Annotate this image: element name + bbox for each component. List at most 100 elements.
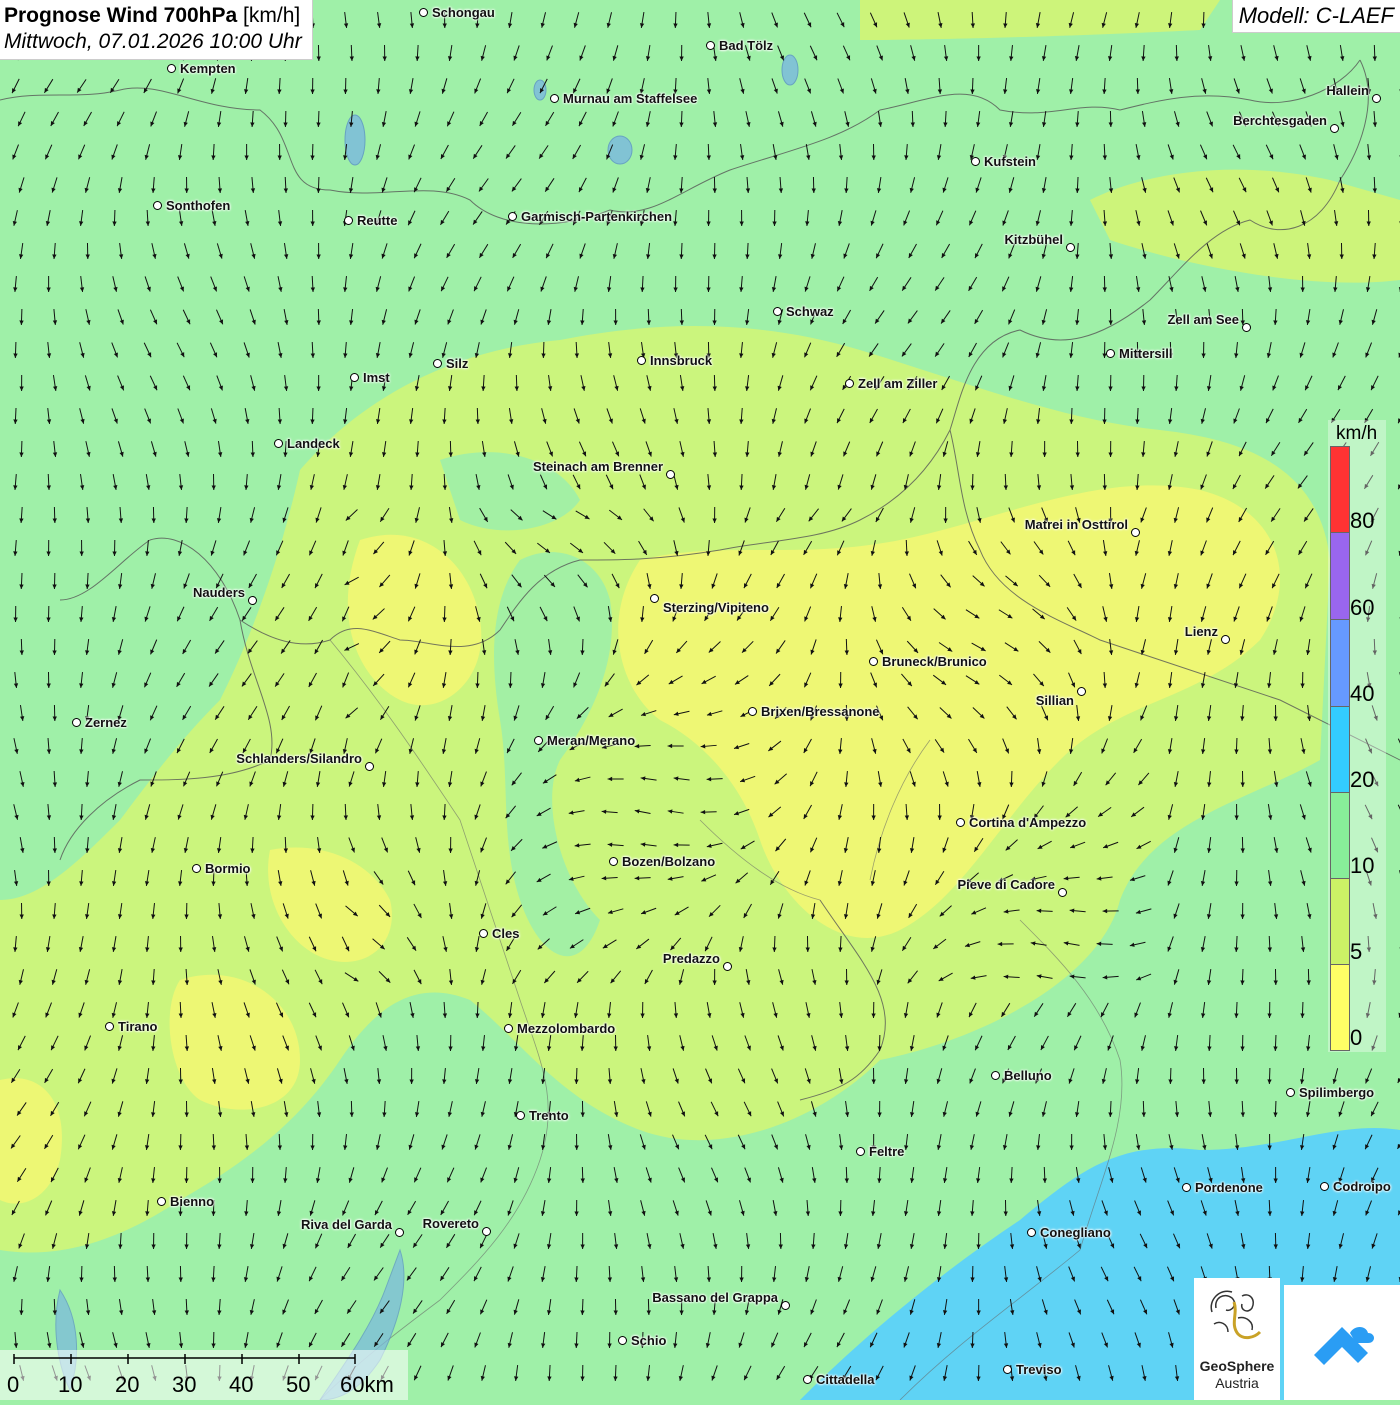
city-marker-icon: [1077, 687, 1086, 696]
city-marker-icon: [706, 41, 715, 50]
city-marker-icon: [1286, 1088, 1295, 1097]
city-name: Zernez: [85, 715, 127, 730]
city-marker-icon: [773, 307, 782, 316]
city-name: Silz: [446, 356, 468, 371]
city-name: Murnau am Staffelsee: [563, 91, 697, 106]
city-name: Codroipo: [1333, 1179, 1391, 1194]
city-marker-icon: [433, 359, 442, 368]
legend-label: 60: [1350, 595, 1374, 621]
scale-label: 50: [286, 1372, 310, 1398]
city-marker-icon: [1106, 349, 1115, 358]
title-main: Prognose Wind 700hPa: [4, 4, 237, 27]
city-marker-icon: [157, 1197, 166, 1206]
city-name: Rovereto: [423, 1216, 479, 1231]
city-name: Cles: [492, 926, 519, 941]
city-name: Schongau: [432, 5, 495, 20]
geosphere-logo[interactable]: GeoSphere Austria: [1194, 1278, 1280, 1400]
city-name: Nauders: [193, 585, 245, 600]
weather-app-logo[interactable]: [1284, 1285, 1400, 1400]
legend-label: 40: [1350, 681, 1374, 707]
city-name: Mezzolombardo: [517, 1021, 615, 1036]
city-marker-icon: [274, 439, 283, 448]
legend-color-80: [1330, 446, 1350, 533]
city-name: Bruneck/Brunico: [882, 654, 987, 669]
city-marker-icon: [167, 64, 176, 73]
city-name: Innsbruck: [650, 353, 712, 368]
city-name: Zell am See: [1167, 312, 1239, 327]
logo-text-line1: GeoSphere: [1194, 1358, 1280, 1374]
legend-label: 20: [1350, 767, 1374, 793]
city-marker-icon: [637, 356, 646, 365]
city-marker-icon: [192, 864, 201, 873]
city-marker-icon: [856, 1147, 865, 1156]
city-name: Zell am Ziller: [858, 376, 937, 391]
city-marker-icon: [516, 1111, 525, 1120]
city-name: Hallein: [1326, 83, 1369, 98]
city-marker-icon: [72, 718, 81, 727]
city-name: Schio: [631, 1333, 666, 1348]
city-marker-icon: [153, 201, 162, 210]
city-name: Riva del Garda: [301, 1217, 392, 1232]
city-name: Schwaz: [786, 304, 834, 319]
map-title-box: Prognose Wind 700hPa [km/h] Mittwoch, 07…: [0, 0, 313, 60]
legend-label: 10: [1350, 853, 1374, 879]
legend-label: 80: [1350, 508, 1374, 534]
city-marker-icon: [504, 1024, 513, 1033]
scale-label: 30: [172, 1372, 196, 1398]
scale-label: 0: [7, 1372, 19, 1398]
city-marker-icon: [869, 657, 878, 666]
city-name: Bienno: [170, 1194, 214, 1209]
legend-label: 0: [1350, 1025, 1362, 1051]
city-name: Feltre: [869, 1144, 904, 1159]
city-marker-icon: [609, 857, 618, 866]
city-marker-icon: [344, 216, 353, 225]
city-marker-icon: [550, 94, 559, 103]
city-name: Bormio: [205, 861, 251, 876]
city-marker-icon: [971, 157, 980, 166]
legend-color-10: [1330, 792, 1350, 879]
city-marker-icon: [1027, 1228, 1036, 1237]
city-marker-icon: [1003, 1365, 1012, 1374]
city-name: Kufstein: [984, 154, 1036, 169]
city-name: Cortina d'Ampezzo: [969, 815, 1086, 830]
legend-color-20: [1330, 706, 1350, 793]
city-marker-icon: [956, 818, 965, 827]
city-name: Tirano: [118, 1019, 158, 1034]
legend-color-40: [1330, 619, 1350, 707]
scale-label: 40: [229, 1372, 253, 1398]
legend-color-60: [1330, 532, 1350, 620]
city-marker-icon: [365, 762, 374, 771]
city-name: Landeck: [287, 436, 340, 451]
legend-color-5: [1330, 878, 1350, 965]
city-name: Garmisch-Partenkirchen: [521, 209, 672, 224]
city-name: Brixen/Bressanone: [761, 704, 880, 719]
city-marker-icon: [723, 962, 732, 971]
city-name: Predazzo: [663, 951, 720, 966]
city-marker-icon: [350, 373, 359, 382]
city-marker-icon: [748, 707, 757, 716]
city-name: Sterzing/Vipiteno: [663, 600, 769, 615]
city-name: Imst: [363, 370, 390, 385]
city-marker-icon: [845, 379, 854, 388]
city-marker-icon: [1058, 888, 1067, 897]
city-name: Bozen/Bolzano: [622, 854, 715, 869]
city-marker-icon: [534, 736, 543, 745]
city-marker-icon: [482, 1227, 491, 1236]
city-name: Kempten: [180, 61, 236, 76]
city-name: Bad Tölz: [719, 38, 773, 53]
map-title: Prognose Wind 700hPa [km/h]: [4, 3, 302, 29]
city-name: Berchtesgaden: [1233, 113, 1327, 128]
legend-color-0: [1330, 964, 1350, 1051]
city-marker-icon: [479, 929, 488, 938]
city-name: Schlanders/Silandro: [236, 751, 362, 766]
city-marker-icon: [991, 1071, 1000, 1080]
city-name: Matrei in Osttirol: [1025, 517, 1128, 532]
city-name: Meran/Merano: [547, 733, 635, 748]
city-marker-icon: [781, 1301, 790, 1310]
legend-label: 5: [1350, 939, 1362, 965]
city-name: Bassano del Grappa: [652, 1290, 778, 1305]
scale-label: 20: [115, 1372, 139, 1398]
city-name: Trento: [529, 1108, 569, 1123]
city-name: Sillian: [1036, 693, 1074, 708]
scale-label: 60km: [340, 1372, 394, 1398]
